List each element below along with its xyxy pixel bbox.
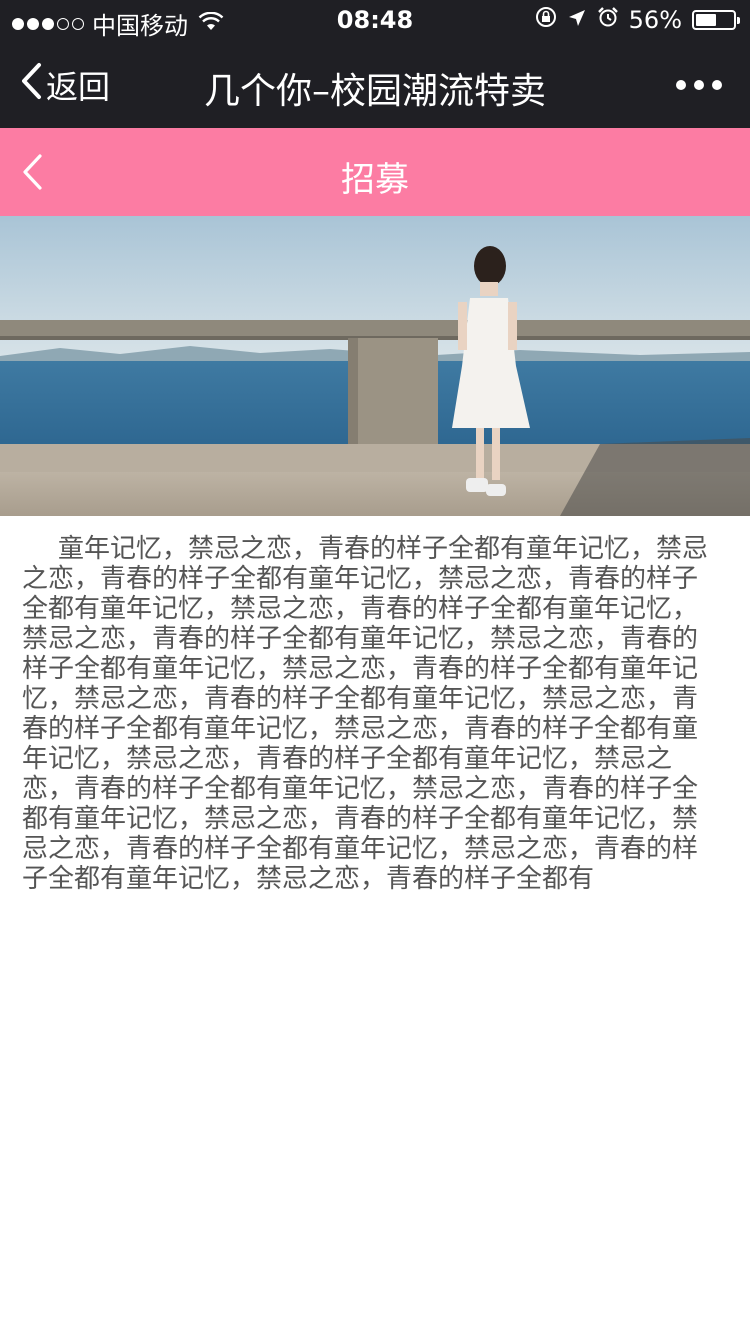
status-right: 56% [535,6,740,34]
more-dots-icon[interactable] [676,80,722,90]
battery-icon [692,10,740,30]
article-body: 童年记忆，禁忌之恋，青春的样子全都有童年记忆，禁忌之恋，青春的样子全都有童年记忆… [22,534,709,894]
nav-bar: 返回 几个你–校园潮流特卖 [0,40,750,128]
battery-percent: 56% [628,6,682,34]
rotation-lock-icon [535,6,557,34]
page-header: 招募 [0,128,750,216]
location-icon [567,6,587,34]
alarm-icon [597,6,619,34]
status-bar: 中国移动 08:48 56% [0,0,750,40]
banner-photo [0,216,750,516]
page-title: 招募 [341,160,409,200]
nav-title: 几个你–校园潮流特卖 [203,71,546,112]
